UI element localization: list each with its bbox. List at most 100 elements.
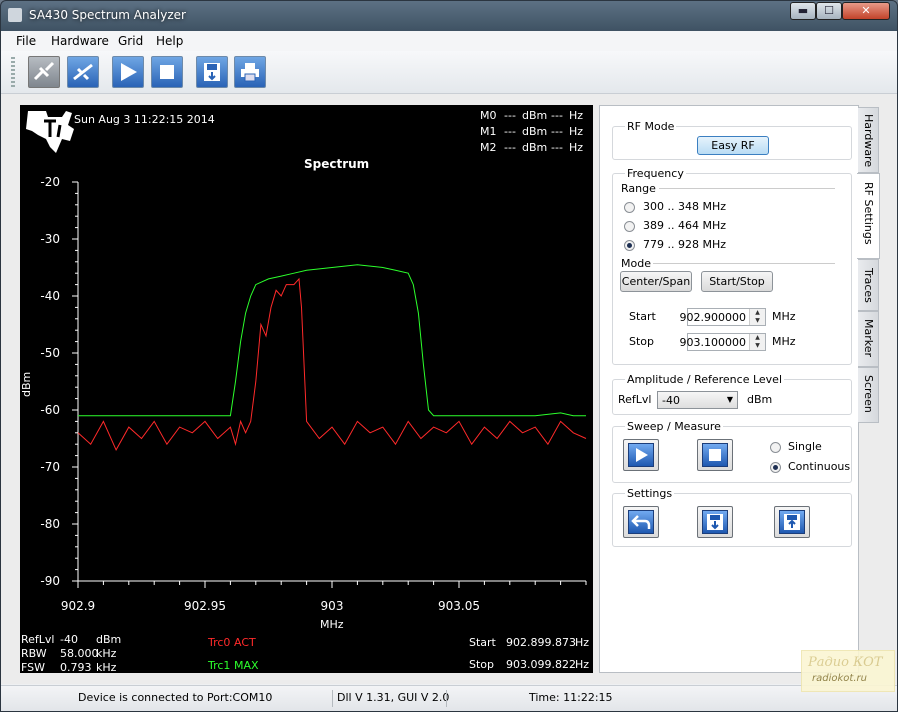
- y-tick-label: -30: [40, 232, 60, 246]
- sweep-stop-button[interactable]: [697, 439, 733, 471]
- y-tick-label: -70: [40, 460, 60, 474]
- settings-save-button[interactable]: [697, 506, 733, 538]
- y-tick-label: -20: [40, 175, 60, 189]
- stop-freq-unit: Hz: [575, 658, 590, 671]
- stop-icon: [709, 449, 721, 461]
- marker-m2-dbm-unit: dBm: [522, 141, 548, 154]
- plot-timestamp: Sun Aug 3 11:22:15 2014: [74, 113, 215, 126]
- stop-frequency-input[interactable]: 903.100000 ▲ ▼: [680, 333, 766, 351]
- vertical-tabs: Hardware RF Settings Traces Marker Scree…: [857, 105, 880, 435]
- settings-reset-button[interactable]: [623, 506, 659, 538]
- save-icon: [707, 514, 723, 530]
- rf-mode-group: RF Mode Easy RF: [612, 120, 852, 160]
- settings-group: Settings: [612, 487, 852, 547]
- sweep-play-button[interactable]: [623, 439, 659, 471]
- y-axis-label: dBm: [20, 371, 33, 397]
- close-button[interactable]: ✕: [842, 2, 890, 20]
- continuous-label[interactable]: Continuous: [788, 460, 850, 473]
- range-300-label[interactable]: 300 .. 348 MHz: [643, 200, 726, 213]
- toolbar-grip[interactable]: [11, 57, 15, 87]
- marker-m0-name: M0: [480, 109, 497, 122]
- single-radio[interactable]: [770, 442, 781, 453]
- frequency-title: Frequency: [625, 167, 686, 180]
- stop-button[interactable]: [151, 56, 183, 88]
- menu-help[interactable]: Help: [156, 34, 183, 48]
- center-span-button[interactable]: Center/Span: [620, 271, 692, 292]
- fsw-value: 0.793: [60, 661, 92, 674]
- x-tick-label: 902.95: [184, 599, 226, 613]
- status-bar: Device is connected to Port:COM10 Dll V …: [1, 685, 897, 711]
- amplitude-group: Amplitude / Reference Level RefLvl -40 ▼…: [612, 373, 852, 415]
- spectrum-plot[interactable]: -20 -30 -40 -50 -60 -70 -80 -90 902.9 902.95 903 90…: [20, 105, 593, 674]
- tab-marker[interactable]: Marker: [858, 311, 879, 367]
- stop-spin-arrows-icon[interactable]: ▲ ▼: [749, 334, 765, 350]
- trc1-mode: MAX: [234, 659, 259, 672]
- menu-file[interactable]: File: [16, 34, 36, 48]
- x-tick-label: 903.05: [438, 599, 480, 613]
- play-icon: [121, 63, 137, 81]
- tab-hardware[interactable]: Hardware: [858, 107, 879, 173]
- tab-rf-settings[interactable]: RF Settings: [857, 173, 880, 259]
- marker-m2-hz-unit: Hz: [569, 141, 584, 154]
- menu-hardware[interactable]: Hardware: [51, 34, 109, 48]
- play-button[interactable]: [112, 56, 144, 88]
- y-tick-label: -60: [40, 403, 60, 417]
- start-stop-button[interactable]: Start/Stop: [701, 271, 773, 292]
- range-389-label[interactable]: 389 .. 464 MHz: [643, 219, 726, 232]
- print-button[interactable]: [234, 56, 266, 88]
- marker-m2-hz: ---: [551, 141, 563, 154]
- settings-load-button[interactable]: [774, 506, 810, 538]
- stop-frequency-value: 903.100000: [679, 336, 746, 349]
- frequency-group: Frequency Range 300 .. 348 MHz 389 .. 46…: [612, 167, 852, 365]
- settings-title: Settings: [625, 487, 675, 500]
- marker-m1-hz: ---: [551, 125, 563, 138]
- tab-screen[interactable]: Screen: [858, 367, 879, 423]
- tab-hardware-label: Hardware: [862, 114, 875, 168]
- sweep-group: Sweep / Measure Single Continuous: [612, 420, 852, 483]
- title-bar[interactable]: SA430 Spectrum Analyzer ▬ ☐ ✕: [1, 1, 897, 31]
- load-icon: [784, 514, 800, 530]
- status-separator: [332, 690, 333, 707]
- reflvl-select[interactable]: -40 ▼: [657, 391, 738, 409]
- chevron-down-icon: ▼: [726, 395, 733, 404]
- reflvl-unit: dBm: [96, 633, 122, 646]
- start-spin-arrows-icon[interactable]: ▲ ▼: [749, 309, 765, 325]
- save-button[interactable]: [196, 56, 228, 88]
- single-label[interactable]: Single: [788, 440, 822, 453]
- start-frequency-input[interactable]: 902.900000 ▲ ▼: [680, 308, 766, 326]
- mode-divider: [653, 263, 835, 264]
- app-window: SA430 Spectrum Analyzer ▬ ☐ ✕ File Hardw…: [0, 0, 898, 712]
- x-tick-label: 903: [321, 599, 344, 613]
- continuous-radio[interactable]: [770, 462, 781, 473]
- print-icon: [241, 63, 259, 82]
- tab-traces[interactable]: Traces: [858, 259, 879, 311]
- spectrum-chart: -20 -30 -40 -50 -60 -70 -80 -90902.9 902.95 903 90…: [40, 175, 587, 613]
- app-icon: [8, 8, 22, 22]
- marker-m1-dbm-unit: dBm: [522, 125, 548, 138]
- mode-label: Mode: [619, 257, 653, 270]
- marker-m2-dbm: ---: [504, 141, 516, 154]
- marker-m2-name: M2: [480, 141, 497, 154]
- maximize-button[interactable]: ☐: [816, 2, 842, 20]
- series-line-trc1: [78, 264, 586, 417]
- fsw-label: FSW: [21, 661, 45, 674]
- menu-grid[interactable]: Grid: [118, 34, 143, 48]
- range-389-radio[interactable]: [624, 221, 635, 232]
- connect-button[interactable]: [67, 56, 99, 88]
- easy-rf-button[interactable]: Easy RF: [697, 136, 769, 155]
- disconnect-button[interactable]: [28, 56, 60, 88]
- tab-marker-label: Marker: [862, 319, 875, 358]
- range-300-radio[interactable]: [624, 202, 635, 213]
- rf-mode-title: RF Mode: [625, 120, 677, 133]
- minimize-button[interactable]: ▬: [790, 2, 816, 20]
- start-unit: MHz: [772, 310, 796, 323]
- tab-rf-settings-label: RF Settings: [862, 182, 875, 245]
- rbw-label: RBW: [21, 647, 47, 660]
- stop-freq-label: Stop: [469, 658, 495, 671]
- range-779-label[interactable]: 779 .. 928 MHz: [643, 238, 726, 251]
- start-freq-label: Start: [469, 636, 496, 649]
- range-779-radio[interactable]: [624, 240, 635, 251]
- connection-status: Device is connected to Port:COM10: [78, 691, 273, 704]
- series-line-trc0: [77, 277, 587, 452]
- marker-m0-hz: ---: [551, 109, 563, 122]
